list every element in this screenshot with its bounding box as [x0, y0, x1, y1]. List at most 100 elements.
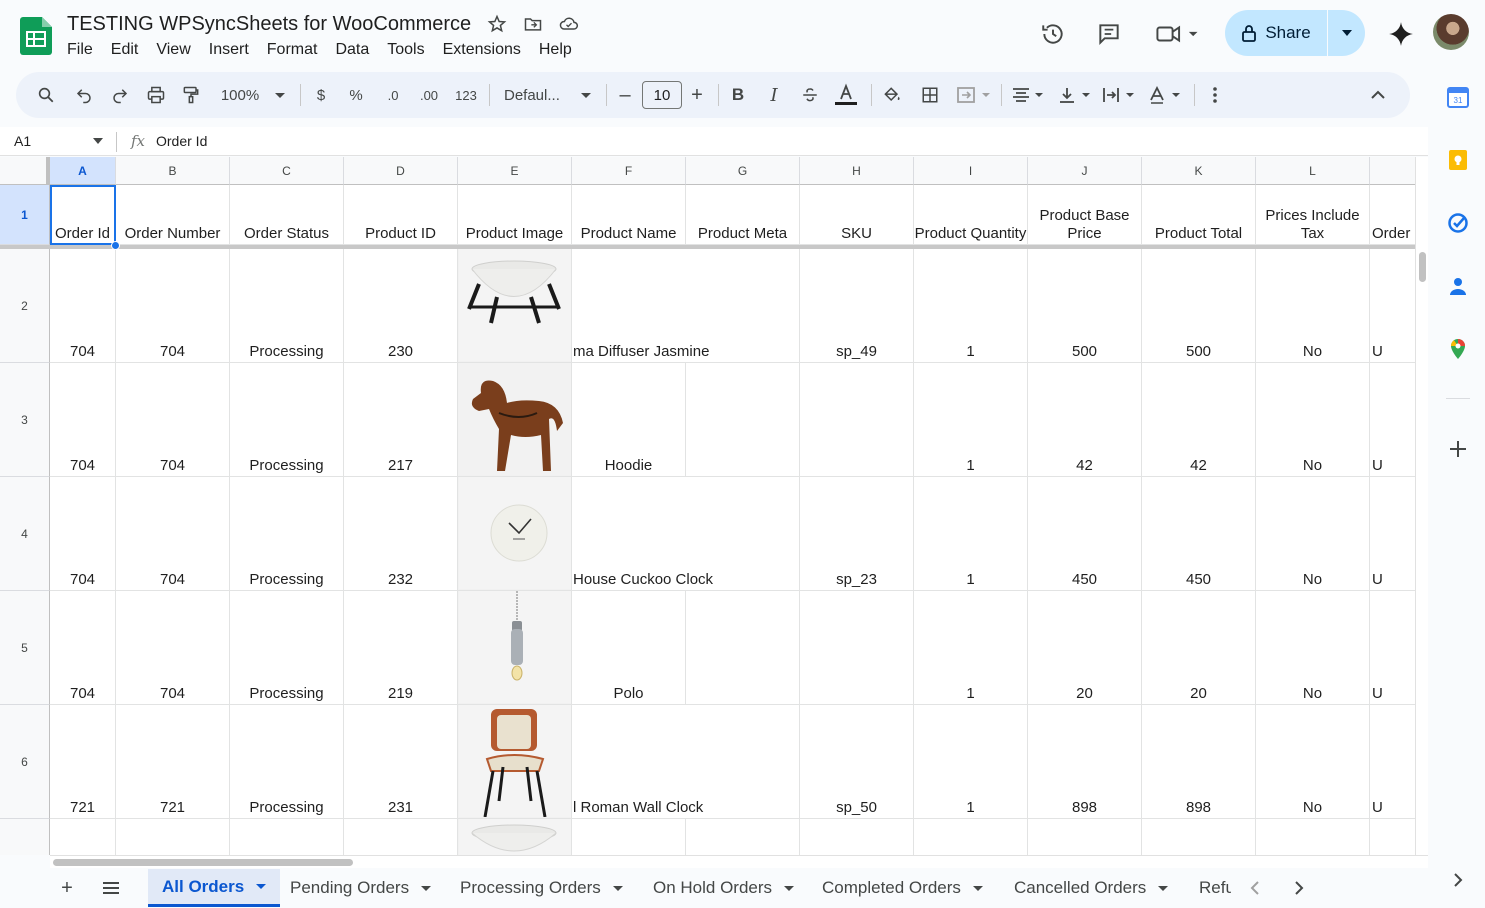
vertical-align-icon[interactable]: [1056, 83, 1096, 107]
sheet-tab-caret-icon[interactable]: [256, 884, 267, 889]
table-cell[interactable]: 1: [914, 249, 1028, 363]
table-cell[interactable]: No: [1256, 249, 1370, 363]
increase-decimal-button[interactable]: .00: [416, 83, 442, 107]
sheet-tab-cancelled-orders[interactable]: Cancelled Orders: [1000, 869, 1182, 907]
table-cell[interactable]: 721: [116, 705, 230, 819]
print-icon[interactable]: [144, 83, 168, 107]
product-image-cell[interactable]: [458, 477, 572, 591]
row-header[interactable]: 6: [0, 705, 50, 819]
font-select[interactable]: Defaul...: [504, 83, 568, 107]
table-cell[interactable]: U: [1370, 363, 1415, 477]
header-cell[interactable]: Order: [1370, 185, 1415, 245]
product-name-cell[interactable]: Hoodie: [572, 363, 686, 477]
table-cell[interactable]: [686, 591, 800, 705]
decrease-font-size-icon[interactable]: –: [616, 83, 634, 107]
table-cell[interactable]: [116, 819, 230, 855]
table-cell[interactable]: [800, 819, 914, 855]
table-cell[interactable]: 231: [344, 705, 458, 819]
row-header[interactable]: 1: [0, 185, 50, 245]
table-cell[interactable]: No: [1256, 705, 1370, 819]
table-cell[interactable]: 704: [50, 477, 116, 591]
table-cell[interactable]: U: [1370, 591, 1415, 705]
gemini-icon[interactable]: [1387, 20, 1415, 48]
table-cell[interactable]: U: [1370, 249, 1415, 363]
table-cell[interactable]: [1370, 819, 1415, 855]
header-cell[interactable]: Product Name: [572, 185, 686, 245]
row-header[interactable]: 2: [0, 249, 50, 363]
increase-font-size-icon[interactable]: +: [688, 83, 706, 107]
table-cell[interactable]: Processing: [230, 705, 344, 819]
menu-format[interactable]: Format: [267, 41, 327, 59]
table-cell[interactable]: sp_50: [800, 705, 914, 819]
table-cell[interactable]: [800, 363, 914, 477]
menu-insert[interactable]: Insert: [209, 41, 258, 59]
table-cell[interactable]: 500: [1028, 249, 1142, 363]
merge-cells-icon[interactable]: [955, 83, 993, 107]
table-cell[interactable]: 704: [50, 363, 116, 477]
table-cell[interactable]: 20: [1142, 591, 1256, 705]
scroll-tabs-right-icon[interactable]: [1287, 876, 1311, 900]
header-cell[interactable]: Product Quantity: [914, 185, 1028, 245]
menu-data[interactable]: Data: [335, 41, 378, 59]
contacts-icon[interactable]: [1447, 275, 1469, 297]
vertical-scroll-thumb[interactable]: [1419, 252, 1426, 282]
row-header[interactable]: 4: [0, 477, 50, 591]
decrease-decimal-button[interactable]: .0: [381, 83, 405, 107]
menu-view[interactable]: View: [156, 41, 199, 59]
table-cell[interactable]: 1: [914, 591, 1028, 705]
table-cell[interactable]: [686, 363, 800, 477]
strikethrough-icon[interactable]: [799, 83, 821, 107]
table-cell[interactable]: 230: [344, 249, 458, 363]
avatar[interactable]: [1433, 14, 1469, 50]
table-cell[interactable]: 721: [50, 705, 116, 819]
table-cell[interactable]: Processing: [230, 363, 344, 477]
calendar-icon[interactable]: 31: [1447, 86, 1469, 108]
comments-icon[interactable]: [1095, 20, 1123, 48]
column-header[interactable]: B: [116, 157, 230, 185]
product-name-cell[interactable]: l Roman Wall Clock: [572, 705, 800, 819]
table-cell[interactable]: [50, 819, 116, 855]
table-cell[interactable]: Processing: [230, 249, 344, 363]
sheet-tab-processing-orders[interactable]: Processing Orders: [446, 869, 637, 907]
horizontal-scroll-thumb[interactable]: [53, 859, 353, 866]
undo-icon[interactable]: [72, 83, 96, 107]
table-cell[interactable]: 704: [116, 249, 230, 363]
table-cell[interactable]: Processing: [230, 477, 344, 591]
horizontal-align-icon[interactable]: [1009, 83, 1049, 107]
column-header[interactable]: H: [800, 157, 914, 185]
sheet-tab-caret-icon[interactable]: [972, 885, 983, 891]
keep-icon[interactable]: [1447, 149, 1469, 171]
column-header[interactable]: F: [572, 157, 686, 185]
table-cell[interactable]: [230, 819, 344, 855]
menu-help[interactable]: Help: [539, 41, 581, 59]
column-header[interactable]: J: [1028, 157, 1142, 185]
table-cell[interactable]: [344, 819, 458, 855]
row-header[interactable]: [0, 819, 50, 855]
sheet-tab-caret-icon[interactable]: [784, 885, 795, 891]
sheet-tab-pending-orders[interactable]: Pending Orders: [276, 869, 445, 907]
table-cell[interactable]: 42: [1028, 363, 1142, 477]
spreadsheet-grid[interactable]: A B C D E F G H I J K L 1 Order Id Order Number Order S…: [0, 157, 1415, 855]
column-header[interactable]: A: [50, 157, 116, 185]
table-cell[interactable]: 450: [1028, 477, 1142, 591]
meet-icon[interactable]: [1153, 20, 1203, 48]
zoom-select[interactable]: 100%: [217, 83, 263, 107]
table-cell[interactable]: 704: [50, 591, 116, 705]
column-header[interactable]: L: [1256, 157, 1370, 185]
table-cell[interactable]: 450: [1142, 477, 1256, 591]
table-cell[interactable]: [1028, 819, 1142, 855]
maps-icon[interactable]: [1447, 338, 1469, 360]
move-folder-icon[interactable]: [522, 13, 544, 35]
table-cell[interactable]: [458, 819, 572, 855]
product-name-cell[interactable]: Polo: [572, 591, 686, 705]
table-cell[interactable]: Processing: [230, 591, 344, 705]
table-cell[interactable]: 217: [344, 363, 458, 477]
star-icon[interactable]: [486, 13, 508, 35]
share-dropdown[interactable]: [1328, 30, 1365, 36]
table-cell[interactable]: 500: [1142, 249, 1256, 363]
text-color-icon[interactable]: [832, 83, 860, 107]
table-cell[interactable]: 232: [344, 477, 458, 591]
table-cell[interactable]: 1: [914, 705, 1028, 819]
table-cell[interactable]: No: [1256, 591, 1370, 705]
column-header[interactable]: G: [686, 157, 800, 185]
